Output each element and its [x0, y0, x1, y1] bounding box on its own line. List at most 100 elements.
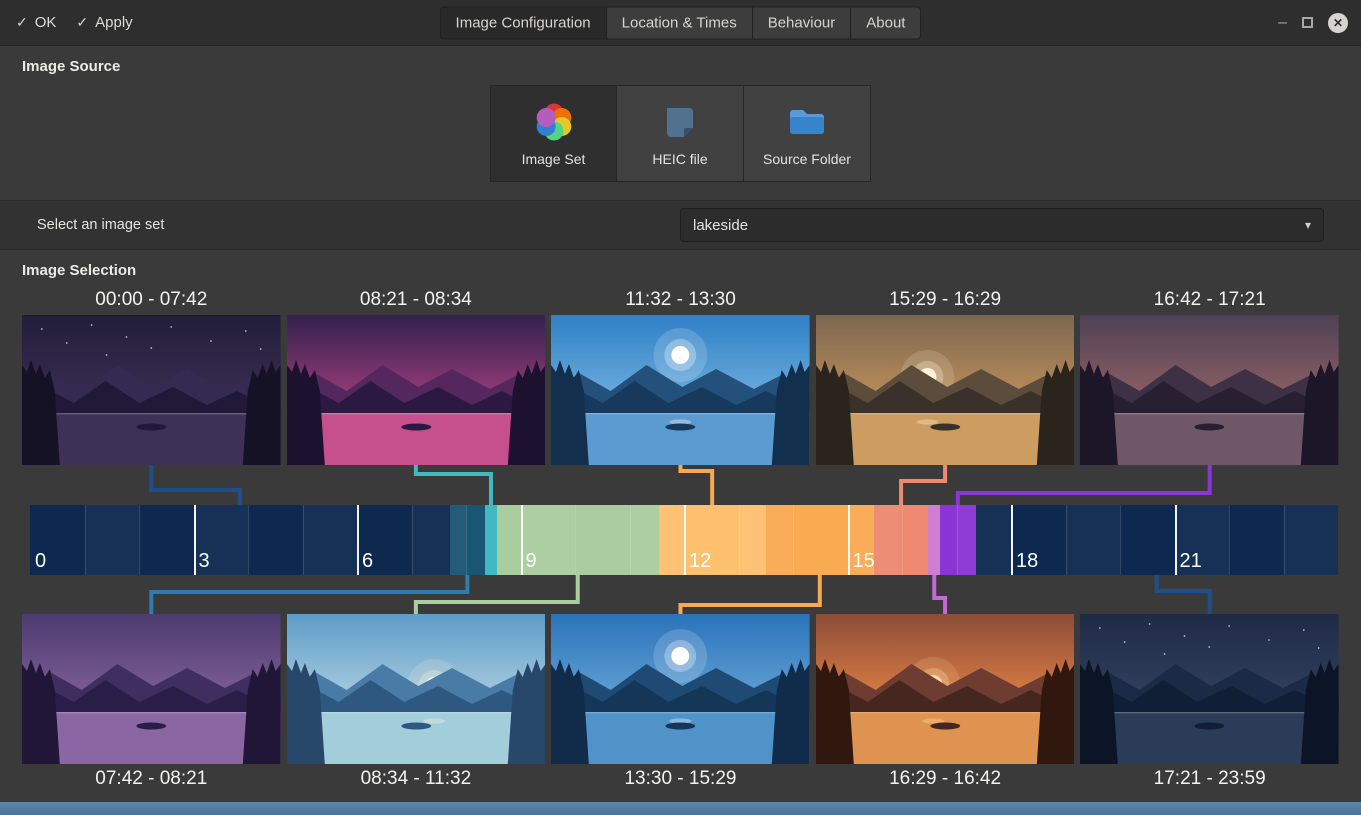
hour-label: 0: [35, 550, 46, 573]
tab-location-times[interactable]: Location & Times: [607, 6, 753, 39]
close-button[interactable]: ✕: [1328, 13, 1348, 33]
hour-tick: [85, 505, 86, 575]
thumbnail-cell: 08:21 - 08:34: [287, 285, 546, 465]
hour-tick: [1120, 505, 1121, 575]
wallpaper-thumbnail[interactable]: [22, 315, 281, 465]
time-range-label: 08:34 - 11:32: [287, 764, 546, 794]
ok-button-label: OK: [35, 14, 57, 31]
hour-label: 15: [853, 550, 875, 573]
wallpaper-thumbnail[interactable]: [22, 614, 281, 764]
wallpaper-thumbnail[interactable]: [816, 315, 1075, 465]
tab-behaviour[interactable]: Behaviour: [753, 6, 852, 39]
hour-tick: [1066, 505, 1067, 575]
wallpaper-thumbnail[interactable]: [1080, 614, 1339, 764]
timeline-segment: [485, 505, 497, 575]
image-set-dropdown-value: lakeside: [693, 217, 748, 234]
hour-tick: [793, 505, 794, 575]
wallpaper-thumbnail[interactable]: [287, 614, 546, 764]
top-thumbnail-row: 00:00 - 07:4208:21 - 08:3411:32 - 13:301…: [0, 285, 1361, 465]
thumbnail-cell: 16:29 - 16:42: [816, 614, 1075, 794]
hour-tick: [630, 505, 631, 575]
hour-tick: [902, 505, 903, 575]
source-option-label: HEIC file: [652, 151, 707, 167]
hour-label: 21: [1180, 550, 1202, 573]
timeline-connector-line: [934, 575, 945, 614]
hour-label: 9: [526, 550, 537, 573]
desktop-wallpaper-strip: [0, 802, 1361, 815]
time-range-label: 16:29 - 16:42: [816, 764, 1075, 794]
image-set-icon: [532, 100, 576, 144]
timeline-connector-line: [901, 465, 945, 505]
hour-shade: [630, 505, 685, 575]
titlebar: ✓ OK ✓ Apply Image ConfigurationLocation…: [0, 0, 1361, 46]
hour-tick: [139, 505, 140, 575]
hour-tick: [684, 505, 686, 575]
time-range-label: 00:00 - 07:42: [22, 285, 281, 315]
select-image-set-label: Select an image set: [37, 217, 164, 233]
heic-file-icon: [658, 100, 702, 144]
image-selection-area: 00:00 - 07:4208:21 - 08:3411:32 - 13:301…: [0, 285, 1361, 794]
apply-button-label: Apply: [95, 14, 133, 31]
hour-tick: [357, 505, 359, 575]
hour-shade: [1284, 505, 1339, 575]
wallpaper-thumbnail[interactable]: [551, 614, 810, 764]
thumbnail-cell: 13:30 - 15:29: [551, 614, 810, 794]
source-option-label: Source Folder: [763, 151, 851, 167]
image-set-select-row: Select an image set lakeside ▾: [0, 200, 1361, 250]
tab-about[interactable]: About: [851, 6, 921, 39]
minimize-button[interactable]: –: [1278, 18, 1287, 28]
source-option-source-folder[interactable]: Source Folder: [744, 85, 871, 182]
chevron-down-icon: ▾: [1305, 218, 1311, 232]
hour-tick: [194, 505, 196, 575]
hour-shade: [412, 505, 467, 575]
hour-shade: [957, 505, 1012, 575]
timeline-connector-line: [416, 575, 578, 614]
hour-tick: [575, 505, 576, 575]
hour-shade: [85, 505, 140, 575]
time-range-label: 13:30 - 15:29: [551, 764, 810, 794]
timeline-connector-line: [680, 575, 819, 614]
timeline-segment: [928, 505, 940, 575]
hour-tick: [1175, 505, 1177, 575]
hour-tick: [739, 505, 740, 575]
maximize-button[interactable]: [1302, 17, 1313, 28]
ok-button[interactable]: ✓ OK: [16, 14, 56, 31]
hour-tick: [521, 505, 523, 575]
time-range-label: 08:21 - 08:34: [287, 285, 546, 315]
wallpaper-thumbnail[interactable]: [287, 315, 546, 465]
thumbnail-cell: 08:34 - 11:32: [287, 614, 546, 794]
wallpaper-thumbnail[interactable]: [551, 315, 810, 465]
tab-image-configuration[interactable]: Image Configuration: [440, 6, 607, 39]
timeline-connector-line: [416, 465, 491, 505]
time-range-label: 11:32 - 13:30: [551, 285, 810, 315]
app-window: ✓ OK ✓ Apply Image ConfigurationLocation…: [0, 0, 1361, 794]
titlebar-actions: ✓ OK ✓ Apply: [0, 14, 133, 31]
source-option-image-set[interactable]: Image Set: [490, 85, 617, 182]
hour-shade: [303, 505, 358, 575]
timeline-connector-line: [958, 465, 1210, 505]
hour-tick: [248, 505, 249, 575]
timeline: 036912151821: [30, 505, 1338, 575]
hour-label: 12: [689, 550, 711, 573]
thumbnail-cell: 07:42 - 08:21: [22, 614, 281, 794]
hour-tick: [1284, 505, 1285, 575]
thumbnail-cell: 00:00 - 07:42: [22, 285, 281, 465]
check-icon: ✓: [16, 14, 28, 31]
apply-button[interactable]: ✓ Apply: [76, 14, 132, 31]
hour-label: 18: [1016, 550, 1038, 573]
source-option-label: Image Set: [522, 151, 586, 167]
bottom-thumbnail-row: 07:42 - 08:2108:34 - 11:3213:30 - 15:291…: [0, 614, 1361, 794]
wallpaper-thumbnail[interactable]: [816, 614, 1075, 764]
hour-tick: [1011, 505, 1013, 575]
image-set-dropdown[interactable]: lakeside ▾: [680, 208, 1324, 242]
time-range-label: 15:29 - 16:29: [816, 285, 1075, 315]
main-content: Image Source Image SetHEIC fileSource Fo…: [0, 58, 1361, 794]
hour-tick: [303, 505, 304, 575]
thumbnail-cell: 15:29 - 16:29: [816, 285, 1075, 465]
wallpaper-thumbnail[interactable]: [1080, 315, 1339, 465]
hour-shade: [1066, 505, 1121, 575]
time-range-label: 07:42 - 08:21: [22, 764, 281, 794]
time-range-label: 17:21 - 23:59: [1080, 764, 1339, 794]
source-option-heic-file[interactable]: HEIC file: [617, 85, 744, 182]
image-selection-section-title: Image Selection: [0, 262, 1361, 279]
